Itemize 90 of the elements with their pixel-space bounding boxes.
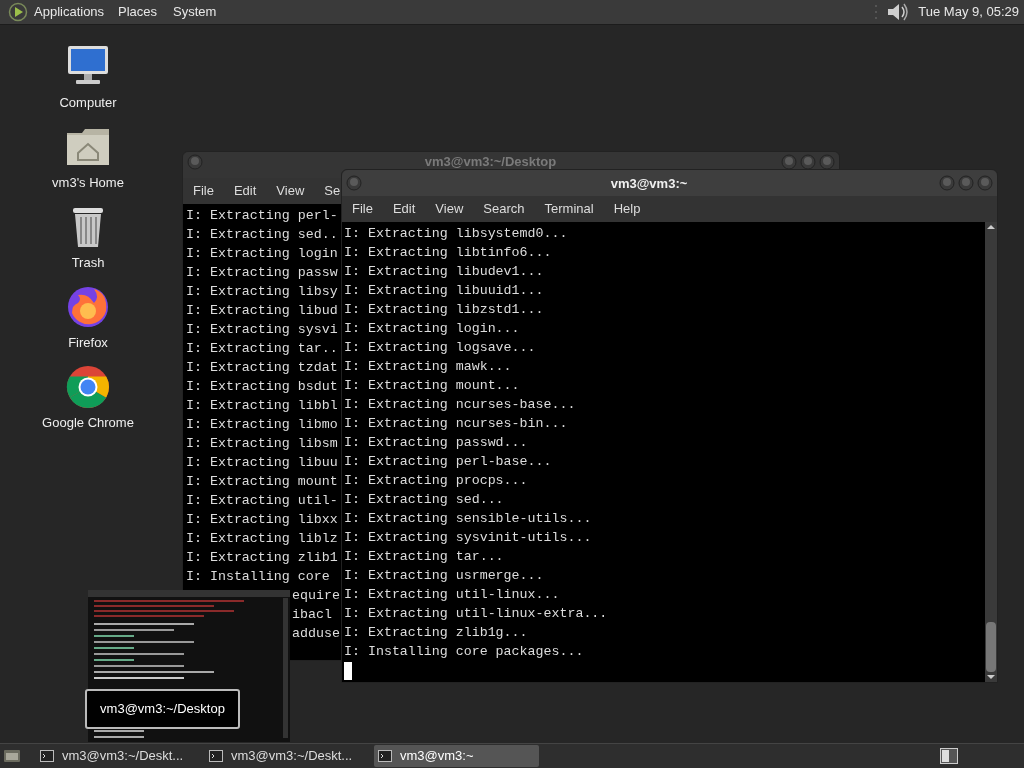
terminal-line: ibacl [292,606,332,624]
menu-item[interactable]: Search [483,199,525,219]
terminal-line: I: Extracting tzdat [186,359,338,377]
window-title: vm3@vm3:~ [609,175,689,191]
terminal-line: I: Extracting usrmerge... [344,567,544,585]
terminal-line: I: Extracting util- [186,492,338,510]
terminal-line: I: Extracting perl-base... [344,453,552,471]
terminal-line: I: Extracting zlib1 [186,549,338,567]
menu-item[interactable]: View [276,181,305,201]
maximize-button[interactable] [958,175,974,191]
window-title: vm3@vm3:~/Desktop [423,154,558,169]
volume-icon[interactable] [886,1,911,23]
menu-item[interactable]: File [352,199,373,219]
terminal-line: I: Installing core [186,568,330,586]
terminal-line: I: Extracting sed... [344,491,504,509]
terminal-line: adduse [292,625,340,643]
window-switcher-label: vm3@vm3:~/Desktop [85,689,240,729]
desktop-icon-label[interactable]: Trash [71,253,105,273]
terminal-line: I: Extracting passwd... [344,434,528,452]
terminal-line: I: Installing core packages... [344,643,584,661]
taskbar-button[interactable]: vm3@vm3:~ [374,745,539,767]
terminal-line: I: Extracting login... [344,320,520,338]
menu-item[interactable]: Se [324,181,341,201]
terminal-line: I: Extracting ncurses-bin... [344,415,568,433]
terminal-line: I: Extracting libud [186,302,338,320]
terminal-line: I: Extracting sed.. [186,226,338,244]
terminal-line: I: Extracting tar.. [186,340,338,358]
terminal-icon [40,750,54,762]
terminal-line: I: Extracting libsy [186,283,338,301]
terminal-line: I: Extracting login [186,245,338,263]
window-menu-button[interactable] [187,154,203,170]
close-button[interactable] [819,154,835,170]
terminal-line: I: Extracting mount... [344,377,520,395]
terminal-line: I: Extracting mawk... [344,358,512,376]
terminal-line: I: Extracting perl- [186,207,338,225]
desktop-icon-label[interactable]: Google Chrome [42,413,134,433]
terminal-line: I: Extracting libtinfo6... [344,244,552,262]
minimize-button[interactable] [939,175,955,191]
terminal-line: I: Extracting sensible-utils... [344,510,592,528]
panel-menu[interactable]: Applications [34,2,106,22]
terminal-line: I: Extracting tar... [344,548,504,566]
clock[interactable]: Tue May 9, 05:29 [918,2,1019,22]
terminal-icon [209,750,223,762]
close-button[interactable] [977,175,993,191]
window-menu-button[interactable] [346,175,362,191]
text-cursor [344,662,352,680]
terminal-line: equire [292,587,340,605]
terminal-line: I: Extracting libsm [186,435,338,453]
desktop-icon-label[interactable]: Firefox [68,333,108,353]
terminal-line: I: Extracting logsave... [344,339,536,357]
terminal-line: I: Extracting libzstd1... [344,301,544,319]
terminal-line: I: Extracting mount [186,473,338,491]
panel-menu[interactable]: System [173,2,217,22]
ring-logo-icon[interactable] [64,363,112,411]
terminal-line: I: Extracting libuuid1... [344,282,544,300]
scrollbar-thumb[interactable] [986,622,996,672]
menu-item[interactable]: Edit [233,181,257,201]
terminal-line: I: Extracting liblz [186,530,338,548]
taskbar-button[interactable]: vm3@vm3:~/Deskt... [36,745,201,767]
panel-handle-icon [874,3,879,21]
terminal-line: I: Extracting zlib1g... [344,624,528,642]
menu-item[interactable]: File [193,181,214,201]
menu-item[interactable]: View [435,199,464,219]
terminal-line: I: Extracting ncurses-base... [344,396,576,414]
terminal-icon [378,750,392,762]
terminal-line: I: Extracting sysvinit-utils... [344,529,592,547]
terminal-line: I: Extracting libuu [186,454,338,472]
taskbar-button[interactable]: vm3@vm3:~/Deskt... [205,745,370,767]
terminal-line: I: Extracting bsdut [186,378,338,396]
scrollbar[interactable] [985,222,997,682]
terminal-line: I: Extracting passw [186,264,338,282]
terminal-line: I: Extracting libbl [186,397,338,415]
terminal-line: I: Extracting util-linux-extra... [344,605,608,623]
terminal-line: I: Extracting libsystemd0... [344,225,568,243]
terminal-line: I: Extracting procps... [344,472,528,490]
menu-item[interactable]: Help [613,199,641,219]
desktop-icon-label[interactable]: Computer [59,93,117,113]
app-menu-icon[interactable] [8,2,28,22]
terminal-line: I: Extracting sysvi [186,321,338,339]
menu-item[interactable]: Edit [392,199,416,219]
panel-menu[interactable]: Places [118,2,158,22]
maximize-button[interactable] [800,154,816,170]
minimize-button[interactable] [781,154,797,170]
terminal-line: I: Extracting libmo [186,416,338,434]
desktop-icon-label[interactable]: vm3's Home [52,173,124,193]
menu-item[interactable]: Terminal [544,199,594,219]
terminal-line: I: Extracting libxx [186,511,338,529]
terminal-line: I: Extracting libudev1... [344,263,544,281]
workspace-switcher-icon[interactable] [940,748,958,764]
terminal-line: I: Extracting util-linux... [344,586,560,604]
